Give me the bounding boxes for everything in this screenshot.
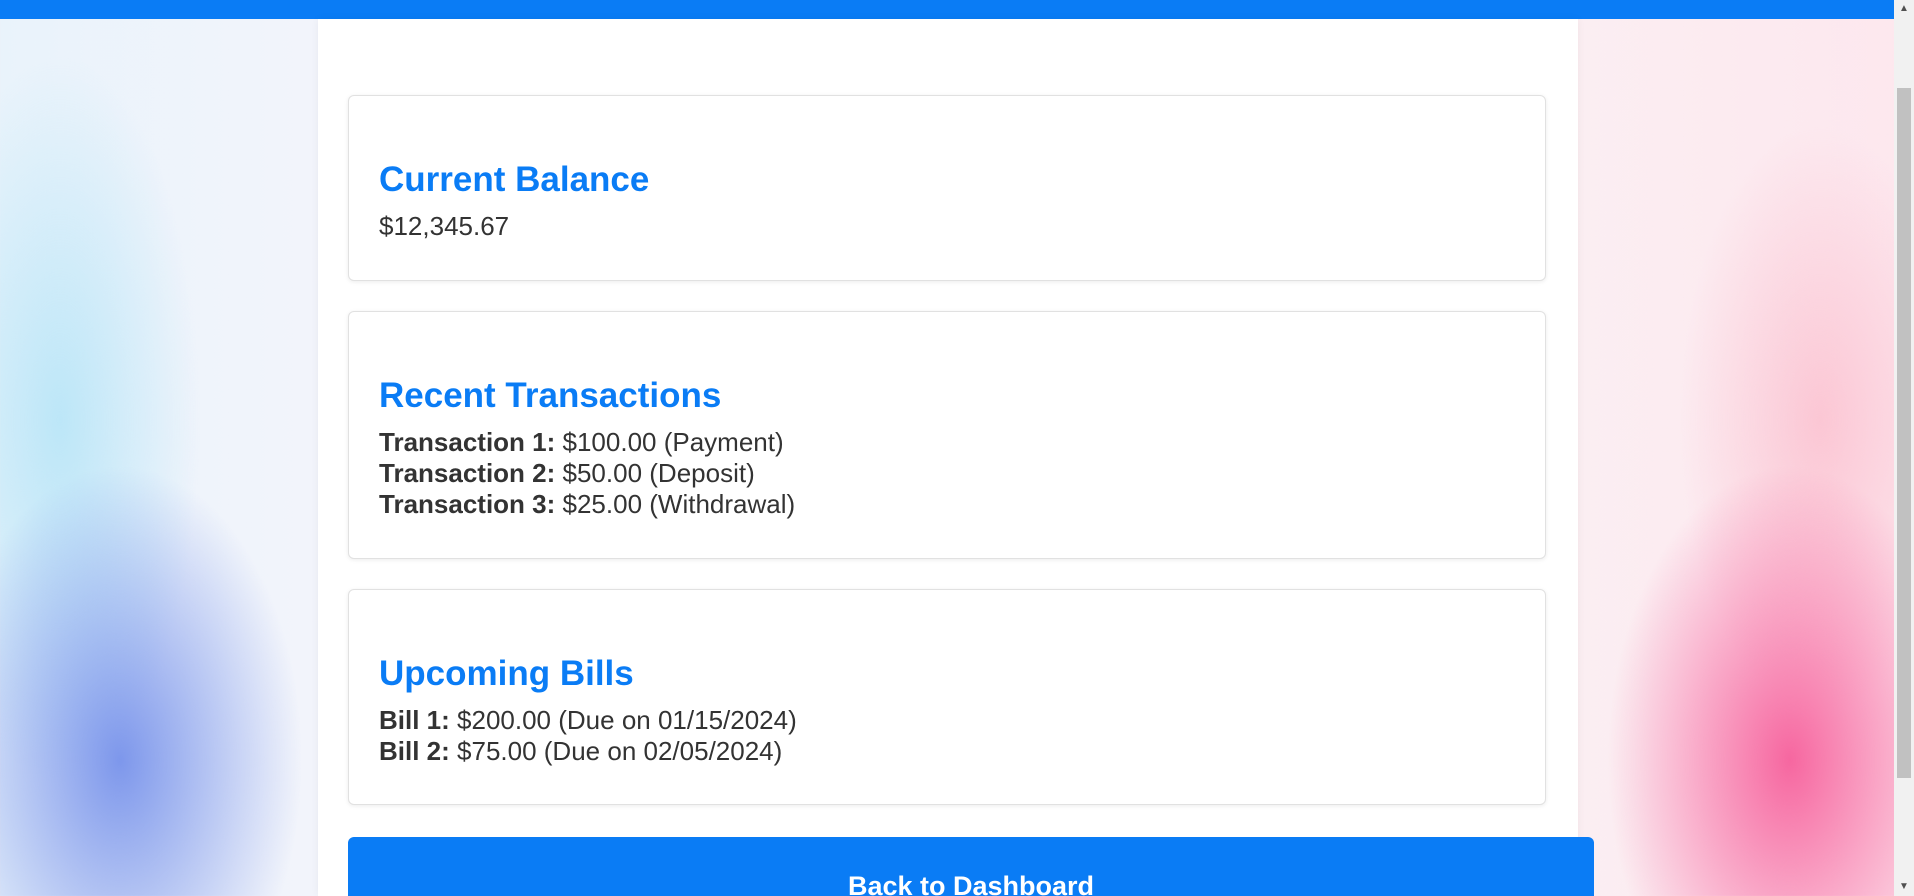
- scroll-down-icon[interactable]: ▼: [1894, 878, 1914, 896]
- transaction-value: $50.00 (Deposit): [562, 458, 755, 488]
- current-balance-amount: $12,345.67: [379, 211, 510, 241]
- bill-label: Bill 1:: [379, 705, 450, 735]
- top-accent-bar: [0, 0, 1914, 19]
- current-balance-card: Current Balance $12,345.67: [348, 95, 1546, 281]
- bill-item: Bill 2: $75.00 (Due on 02/05/2024): [379, 736, 1515, 767]
- upcoming-bills-title: Upcoming Bills: [379, 654, 634, 693]
- transaction-label: Transaction 1:: [379, 427, 556, 457]
- bill-item: Bill 1: $200.00 (Due on 01/15/2024): [379, 705, 1515, 736]
- current-balance-title: Current Balance: [379, 160, 650, 199]
- main-container: Current Balance $12,345.67 Recent Transa…: [318, 19, 1594, 896]
- bill-label: Bill 2:: [379, 736, 450, 766]
- back-to-dashboard-button[interactable]: Back to Dashboard: [348, 837, 1594, 896]
- upcoming-bills-card: Upcoming Bills Bill 1: $200.00 (Due on 0…: [348, 589, 1546, 805]
- transaction-label: Transaction 2:: [379, 458, 556, 488]
- recent-transactions-card: Recent Transactions Transaction 1: $100.…: [348, 311, 1546, 559]
- transaction-value: $100.00 (Payment): [562, 427, 784, 457]
- bill-value: $75.00 (Due on 02/05/2024): [457, 736, 783, 766]
- scroll-up-icon[interactable]: ▲: [1894, 0, 1914, 18]
- scroll-thumb[interactable]: [1897, 88, 1911, 778]
- transaction-item: Transaction 1: $100.00 (Payment): [379, 427, 1515, 458]
- page-scrollbar[interactable]: ▲ ▼: [1894, 0, 1914, 896]
- transaction-label: Transaction 3:: [379, 489, 556, 519]
- transaction-item: Transaction 2: $50.00 (Deposit): [379, 458, 1515, 489]
- recent-transactions-title: Recent Transactions: [379, 376, 722, 415]
- transaction-value: $25.00 (Withdrawal): [562, 489, 796, 519]
- transaction-item: Transaction 3: $25.00 (Withdrawal): [379, 489, 1515, 520]
- bill-value: $200.00 (Due on 01/15/2024): [457, 705, 797, 735]
